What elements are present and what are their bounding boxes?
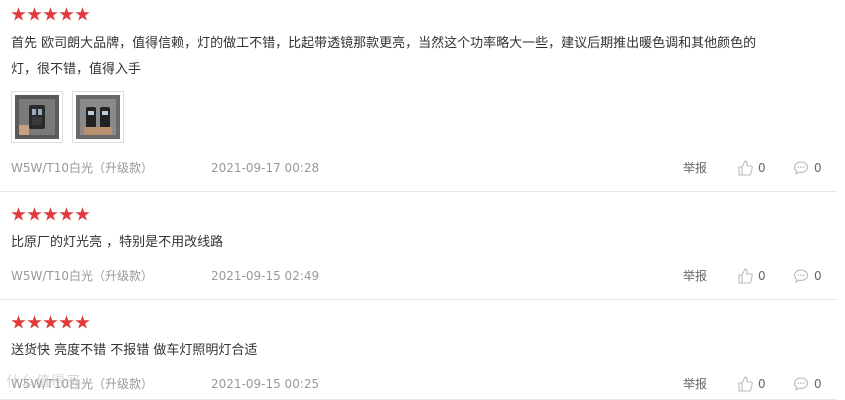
review-text: 首先 欧司朗大品牌，值得信赖，灯的做工不错，比起带透镜那款更亮，当然这个功率略大…	[11, 31, 823, 83]
thumbs-up-icon	[738, 160, 753, 176]
review-date: 2021-09-15 02:49	[211, 269, 320, 283]
review-text-line: 首先 欧司朗大品牌，值得信赖，灯的做工不错，比起带透镜那款更亮，当然这个功率略大…	[11, 36, 757, 51]
review-date: 2021-09-17 00:28	[211, 161, 320, 175]
star-icon	[43, 315, 58, 329]
review-photo-thumbnail[interactable]	[11, 91, 63, 143]
star-icon	[75, 207, 90, 221]
comment-icon	[793, 161, 809, 176]
star-rating	[11, 315, 90, 330]
review-meta: W5W/T10白光（升级款） 2021-09-15 02:49 举报 0 0	[11, 268, 837, 284]
review-text: 送货快 亮度不错 不报错 做车灯照明灯合适	[11, 338, 823, 364]
star-icon	[43, 7, 58, 21]
star-icon	[11, 315, 26, 329]
star-icon	[75, 315, 90, 329]
product-spec: W5W/T10白光（升级款）	[11, 161, 154, 175]
star-icon	[75, 7, 90, 21]
review-list: 首先 欧司朗大品牌，值得信赖，灯的做工不错，比起带透镜那款更亮，当然这个功率略大…	[0, 0, 845, 400]
reply-count: 0	[814, 377, 822, 391]
review-text-line: 灯，很不错，值得入手	[11, 62, 142, 77]
comment-icon	[793, 377, 809, 392]
reply-count: 0	[814, 161, 822, 175]
star-rating	[11, 7, 90, 22]
review-photos	[11, 91, 124, 143]
like-count: 0	[758, 161, 766, 175]
bulb-photo-icon	[15, 95, 59, 139]
reply-button[interactable]: 0	[793, 376, 822, 392]
thumbs-up-icon	[738, 376, 753, 392]
bulb-photo-icon	[76, 95, 120, 139]
review-item: 送货快 亮度不错 不报错 做车灯照明灯合适 W5W/T10白光（升级款） 202…	[0, 300, 837, 400]
review-item: 首先 欧司朗大品牌，值得信赖，灯的做工不错，比起带透镜那款更亮，当然这个功率略大…	[0, 0, 837, 192]
reply-count: 0	[814, 269, 822, 283]
report-button[interactable]: 举报	[683, 376, 707, 392]
star-icon	[27, 207, 42, 221]
report-button[interactable]: 举报	[683, 160, 707, 176]
review-item: 比原厂的灯光亮 ，特别是不用改线路 W5W/T10白光（升级款） 2021-09…	[0, 192, 837, 300]
product-spec: W5W/T10白光（升级款）	[11, 269, 154, 283]
star-icon	[27, 315, 42, 329]
review-meta: W5W/T10白光（升级款） 2021-09-17 00:28 举报 0 0	[11, 160, 837, 176]
star-icon	[11, 7, 26, 21]
review-photo-thumbnail[interactable]	[72, 91, 124, 143]
review-meta: W5W/T10白光（升级款） 2021-09-15 00:25 举报 0 0	[11, 376, 837, 392]
star-rating	[11, 207, 90, 222]
star-icon	[11, 207, 26, 221]
thumbs-up-icon	[738, 268, 753, 284]
star-icon	[59, 207, 74, 221]
like-count: 0	[758, 269, 766, 283]
review-date: 2021-09-15 00:25	[211, 377, 320, 391]
star-icon	[59, 315, 74, 329]
report-button[interactable]: 举报	[683, 268, 707, 284]
review-text-line: 送货快 亮度不错 不报错 做车灯照明灯合适	[11, 343, 258, 358]
like-button[interactable]: 0	[737, 376, 766, 392]
review-text-line: 比原厂的灯光亮 ，特别是不用改线路	[11, 235, 224, 250]
comment-icon	[793, 269, 809, 284]
reply-button[interactable]: 0	[793, 268, 822, 284]
star-icon	[43, 207, 58, 221]
like-button[interactable]: 0	[737, 268, 766, 284]
watermark: 什么值得买	[6, 374, 81, 390]
star-icon	[27, 7, 42, 21]
like-button[interactable]: 0	[737, 160, 766, 176]
star-icon	[59, 7, 74, 21]
review-text: 比原厂的灯光亮 ，特别是不用改线路	[11, 230, 823, 256]
like-count: 0	[758, 377, 766, 391]
reply-button[interactable]: 0	[793, 160, 822, 176]
